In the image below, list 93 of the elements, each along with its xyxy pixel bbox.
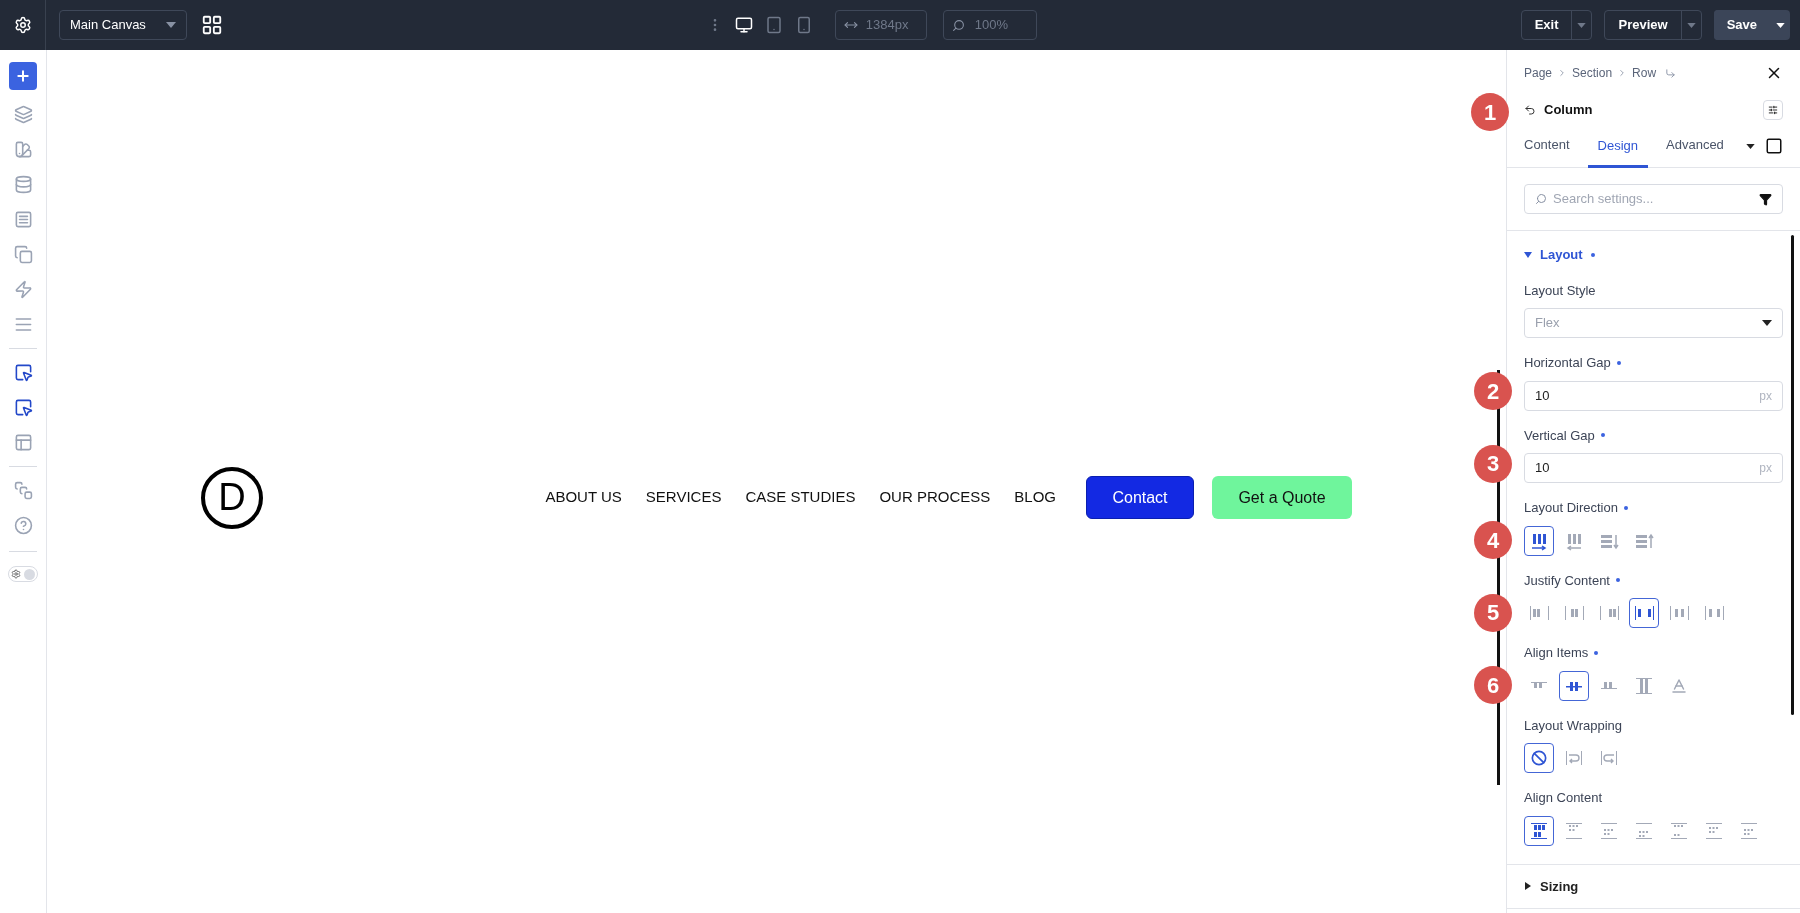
breadcrumb-link[interactable]: Page <box>1524 64 1553 82</box>
setting-label: Align Items <box>1524 644 1589 662</box>
section-toggle[interactable]: Sizing <box>1524 876 1783 896</box>
grid-icon[interactable] <box>201 14 223 36</box>
tab[interactable]: Design <box>1587 135 1648 168</box>
align-content-icon <box>1599 820 1619 841</box>
nav-link[interactable]: OUR PROCESS <box>879 486 991 509</box>
option-button[interactable] <box>1524 525 1554 556</box>
database-icon[interactable] <box>13 175 33 194</box>
search-field[interactable]: Search settings... <box>1524 184 1783 214</box>
select-pointer-icon[interactable] <box>13 363 33 382</box>
toggle-knob <box>24 568 35 580</box>
back-icon[interactable] <box>1524 104 1536 116</box>
swatch-icon[interactable] <box>13 140 33 159</box>
setting-label: Horizontal Gap <box>1524 354 1611 372</box>
align-icon <box>1634 675 1654 696</box>
setting-label: Layout Wrapping <box>1524 716 1623 735</box>
cta-button[interactable]: Get a Quote <box>1212 476 1352 519</box>
baseline-icon <box>1670 676 1688 695</box>
canvas-select[interactable]: Main Canvas <box>59 10 187 40</box>
setting-label: Vertical Gap <box>1524 426 1595 445</box>
help-icon[interactable] <box>13 516 33 535</box>
align-content-icon <box>1634 820 1654 841</box>
breadcrumb-link[interactable]: Section <box>1572 64 1613 82</box>
setting-label: Justify Content <box>1524 571 1610 590</box>
triangle-icon <box>1524 250 1532 259</box>
justify-icon <box>1669 603 1689 623</box>
caret-icon <box>1762 320 1772 326</box>
caret-icon[interactable] <box>1746 143 1755 149</box>
sliders-icon <box>1768 105 1778 115</box>
nav-link[interactable]: BLOG <box>1014 486 1056 509</box>
copy-icon[interactable] <box>13 245 33 264</box>
justify-icon <box>1704 603 1724 623</box>
desktop-icon[interactable] <box>734 16 753 34</box>
align-content-icon <box>1669 820 1689 841</box>
triangle-icon <box>1524 882 1532 891</box>
cta-button[interactable]: Contact <box>1086 476 1194 519</box>
justify-icon <box>1529 603 1549 623</box>
search-icon <box>951 18 965 32</box>
number-field[interactable]: 10 px <box>1524 453 1783 483</box>
option-button[interactable] <box>1629 598 1659 628</box>
align-content-icon <box>1739 820 1759 841</box>
option-button[interactable] <box>1524 815 1554 846</box>
nav-link[interactable]: ABOUT US <box>545 486 622 509</box>
caret-icon <box>1775 22 1785 28</box>
align-content-icon <box>1529 820 1549 841</box>
layers-icon[interactable] <box>13 105 33 124</box>
search-input[interactable]: Search settings... <box>1553 189 1753 209</box>
lines-icon[interactable] <box>13 315 33 334</box>
wrap-icon <box>1564 748 1584 768</box>
add-button[interactable] <box>9 62 37 90</box>
form-icon[interactable] <box>13 210 33 229</box>
lightning-icon[interactable] <box>13 280 33 299</box>
wrap-icon <box>1599 748 1619 768</box>
nav-link[interactable]: CASE STUDIES <box>745 486 856 509</box>
nav-link[interactable]: SERVICES <box>645 486 722 509</box>
caret-icon <box>1577 22 1587 28</box>
panel-title: Column <box>1544 101 1593 120</box>
options-button[interactable] <box>1763 100 1783 120</box>
align-content-icon <box>1564 820 1584 841</box>
setting-label: Layout Direction <box>1524 499 1618 517</box>
tab[interactable]: Content <box>1524 134 1570 167</box>
layout-preview-icon[interactable] <box>13 433 33 452</box>
setting-label: Layout Style <box>1524 281 1596 300</box>
filter-icon[interactable] <box>1759 192 1772 206</box>
justify-icon <box>1634 603 1654 623</box>
add-icon <box>15 68 31 84</box>
option-button[interactable] <box>1524 743 1554 773</box>
align-icon <box>1530 681 1548 690</box>
scrollbar-thumb[interactable] <box>1791 235 1794 715</box>
option-button[interactable] <box>1559 670 1589 701</box>
number-field[interactable]: 10 px <box>1524 380 1783 411</box>
caret-icon <box>166 22 176 28</box>
justify-icon <box>1564 603 1584 623</box>
tablet-icon[interactable] <box>764 16 783 34</box>
section-toggle[interactable]: Layout <box>1524 245 1783 265</box>
enter-icon[interactable] <box>1665 67 1677 79</box>
device-view-icon[interactable] <box>1765 137 1783 155</box>
tab[interactable]: Advanced <box>1666 134 1724 167</box>
no-wrap-icon <box>1531 750 1547 766</box>
logo[interactable]: D <box>201 466 263 529</box>
justify-icon <box>1599 603 1619 623</box>
gear-icon <box>11 569 21 579</box>
align-content-icon <box>1704 820 1724 841</box>
align-icon <box>1600 681 1618 690</box>
windows-icon[interactable] <box>13 481 33 500</box>
setting-label: Align Content <box>1524 789 1603 807</box>
settings-icon[interactable] <box>13 16 32 34</box>
search-icon <box>1535 193 1547 205</box>
breadcrumb-link[interactable]: Row <box>1632 64 1657 82</box>
caret-icon <box>1686 22 1696 28</box>
theme-toggle[interactable] <box>8 566 38 582</box>
select-pointer-icon[interactable] <box>13 398 33 417</box>
